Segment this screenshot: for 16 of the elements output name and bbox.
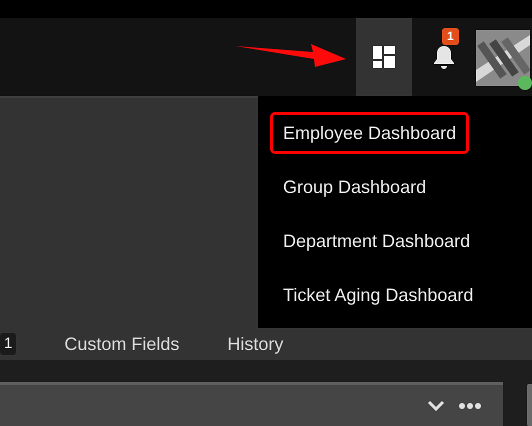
avatar[interactable] [476,30,530,86]
tab[interactable]: History [227,333,284,355]
menu-item[interactable]: Group Dashboard [270,166,440,208]
count-badge: 1 [0,333,16,355]
scrollbar[interactable] [527,384,532,426]
menu-item[interactable]: Employee Dashboard [270,112,470,154]
more-options-icon[interactable] [459,402,481,408]
notification-badge: 1 [442,28,459,45]
bell-icon [433,44,455,70]
notifications-button[interactable]: 1 [412,18,476,96]
menu-item[interactable]: Department Dashboard [270,220,484,262]
dashboard-button[interactable] [356,18,412,96]
menu-item[interactable]: Ticket Aging Dashboard [270,274,486,316]
tab[interactable]: Custom Fields [64,333,180,355]
grid-icon [372,45,396,69]
chevron-down-icon[interactable] [427,400,445,412]
